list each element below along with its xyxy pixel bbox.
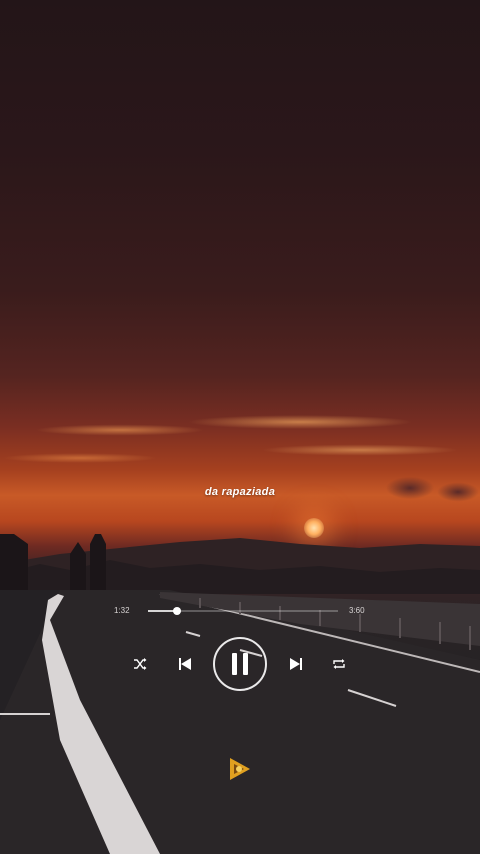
pause-button[interactable] [213, 637, 267, 691]
lyric-caption: da rapaziada [204, 486, 276, 498]
app-logo-icon [230, 758, 250, 780]
shuffle-icon [134, 658, 147, 670]
progress-bar[interactable] [148, 607, 338, 615]
sunset-clouds [0, 410, 480, 470]
highway [0, 590, 480, 854]
shuffle-button[interactable] [132, 656, 148, 672]
repeat-button[interactable] [331, 656, 347, 672]
next-icon [290, 658, 302, 670]
previous-button[interactable] [177, 656, 193, 672]
repeat-icon [333, 659, 345, 669]
total-time: 3:60 [349, 606, 365, 615]
previous-icon [179, 658, 191, 670]
next-button[interactable] [288, 656, 304, 672]
elapsed-time: 1:32 [114, 606, 130, 615]
pause-icon [232, 653, 248, 675]
progress-knob[interactable] [172, 607, 181, 615]
screen: da rapaziada 1:32 3:60 [0, 0, 480, 854]
